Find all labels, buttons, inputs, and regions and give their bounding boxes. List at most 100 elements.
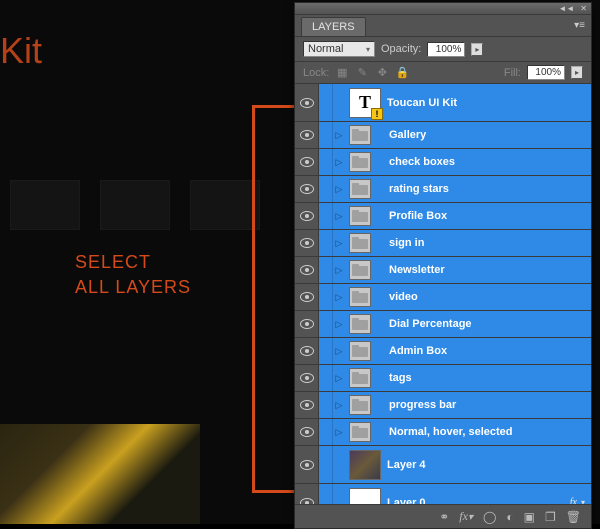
layer-name[interactable]: Normal, hover, selected bbox=[387, 426, 591, 438]
blend-mode-select[interactable]: Normal ▾ bbox=[303, 41, 375, 57]
expand-toggle[interactable]: ▷ bbox=[333, 373, 345, 384]
panel-menu-icon[interactable]: ▾≡ bbox=[574, 20, 585, 31]
layer-row[interactable]: ▷ Profile Box bbox=[295, 203, 591, 230]
visibility-toggle[interactable] bbox=[295, 84, 319, 121]
opacity-flyout-icon[interactable]: ▸ bbox=[471, 43, 483, 56]
layer-thumbnail[interactable] bbox=[349, 287, 371, 307]
layer-name[interactable]: sign in bbox=[387, 237, 591, 249]
expand-toggle[interactable]: ▷ bbox=[333, 130, 345, 141]
layer-name[interactable]: progress bar bbox=[387, 399, 591, 411]
expand-toggle[interactable]: ▷ bbox=[333, 292, 345, 303]
visibility-toggle[interactable] bbox=[295, 446, 319, 483]
visibility-toggle[interactable] bbox=[295, 149, 319, 175]
layer-thumbnail[interactable] bbox=[349, 314, 371, 334]
layer-row[interactable]: Layer 0fx ▾ bbox=[295, 484, 591, 504]
tab-layers[interactable]: LAYERS bbox=[301, 17, 366, 36]
close-icon[interactable]: ✕ bbox=[580, 4, 587, 13]
new-group-icon[interactable]: ▣ bbox=[524, 510, 535, 524]
visibility-toggle[interactable] bbox=[295, 176, 319, 202]
eye-icon bbox=[300, 373, 314, 383]
layer-name[interactable]: Gallery bbox=[387, 129, 591, 141]
layer-thumbnail[interactable] bbox=[349, 233, 371, 253]
fx-expand-icon[interactable]: ▾ bbox=[581, 498, 585, 504]
layer-row[interactable]: ▷ check boxes bbox=[295, 149, 591, 176]
layer-row[interactable]: T! Toucan UI Kit bbox=[295, 84, 591, 122]
fill-flyout-icon[interactable]: ▸ bbox=[571, 66, 583, 79]
lock-transparent-icon[interactable]: ▦ bbox=[335, 66, 349, 80]
visibility-toggle[interactable] bbox=[295, 484, 319, 504]
new-layer-icon[interactable]: ❐ bbox=[545, 510, 556, 524]
layer-thumbnail[interactable] bbox=[349, 260, 371, 280]
eye-icon bbox=[300, 265, 314, 275]
layer-thumbnail[interactable] bbox=[349, 125, 371, 145]
opacity-input[interactable]: 100% bbox=[427, 42, 465, 57]
visibility-toggle[interactable] bbox=[295, 392, 319, 418]
visibility-toggle[interactable] bbox=[295, 419, 319, 445]
layer-row[interactable]: ▷ Newsletter bbox=[295, 257, 591, 284]
layer-row[interactable]: ▷ Admin Box bbox=[295, 338, 591, 365]
layer-thumbnail[interactable] bbox=[349, 368, 371, 388]
layer-thumbnail[interactable] bbox=[349, 179, 371, 199]
layer-thumbnail[interactable] bbox=[349, 206, 371, 226]
panel-titlebar[interactable]: ◄◄ ✕ bbox=[295, 3, 591, 15]
layer-name[interactable]: Toucan UI Kit bbox=[385, 97, 591, 109]
layer-thumbnail[interactable] bbox=[349, 450, 381, 480]
fill-input[interactable]: 100% bbox=[527, 65, 565, 80]
visibility-toggle[interactable] bbox=[295, 284, 319, 310]
mask-icon[interactable]: ◯ bbox=[483, 510, 496, 524]
layer-name[interactable]: Layer 4 bbox=[385, 459, 591, 471]
expand-toggle[interactable]: ▷ bbox=[333, 238, 345, 249]
layer-name[interactable]: Layer 0 bbox=[385, 497, 570, 505]
expand-toggle[interactable]: ▷ bbox=[333, 427, 345, 438]
layer-name[interactable]: Newsletter bbox=[387, 264, 591, 276]
visibility-toggle[interactable] bbox=[295, 230, 319, 256]
layer-name[interactable]: Admin Box bbox=[387, 345, 591, 357]
layer-thumbnail[interactable] bbox=[349, 395, 371, 415]
layer-name[interactable]: tags bbox=[387, 372, 591, 384]
expand-toggle[interactable]: ▷ bbox=[333, 400, 345, 411]
expand-toggle[interactable]: ▷ bbox=[333, 157, 345, 168]
layer-row[interactable]: ▷ sign in bbox=[295, 230, 591, 257]
layer-name[interactable]: rating stars bbox=[387, 183, 591, 195]
link-column bbox=[319, 311, 333, 337]
layer-name[interactable]: Profile Box bbox=[387, 210, 591, 222]
layer-row[interactable]: ▷ rating stars bbox=[295, 176, 591, 203]
link-layers-icon[interactable]: ⚭ bbox=[439, 510, 449, 524]
layer-name[interactable]: Dial Percentage bbox=[387, 318, 591, 330]
layer-name[interactable]: check boxes bbox=[387, 156, 591, 168]
layer-name[interactable]: video bbox=[387, 291, 591, 303]
visibility-toggle[interactable] bbox=[295, 203, 319, 229]
expand-toggle[interactable]: ▷ bbox=[333, 265, 345, 276]
expand-toggle[interactable]: ▷ bbox=[333, 319, 345, 330]
layer-row[interactable]: ▷ tags bbox=[295, 365, 591, 392]
lock-all-icon[interactable]: 🔒 bbox=[395, 66, 409, 80]
fx-badge[interactable]: fx bbox=[570, 497, 577, 504]
layer-row[interactable]: ▷ video bbox=[295, 284, 591, 311]
expand-toggle[interactable]: ▷ bbox=[333, 346, 345, 357]
layer-row[interactable]: ▷ Normal, hover, selected bbox=[295, 419, 591, 446]
fx-icon[interactable]: fx▾ bbox=[459, 509, 473, 524]
lock-brush-icon[interactable]: ✎ bbox=[355, 66, 369, 80]
layer-thumbnail[interactable] bbox=[349, 422, 371, 442]
layer-row[interactable]: Layer 4 bbox=[295, 446, 591, 484]
visibility-toggle[interactable] bbox=[295, 257, 319, 283]
layer-thumbnail[interactable] bbox=[349, 341, 371, 361]
visibility-toggle[interactable] bbox=[295, 365, 319, 391]
adjustment-icon[interactable]: ◐ bbox=[506, 510, 513, 524]
expand-toggle[interactable]: ▷ bbox=[333, 184, 345, 195]
link-column bbox=[319, 149, 333, 175]
visibility-toggle[interactable] bbox=[295, 311, 319, 337]
layer-row[interactable]: ▷ Dial Percentage bbox=[295, 311, 591, 338]
lock-move-icon[interactable]: ✥ bbox=[375, 66, 389, 80]
layer-thumbnail[interactable] bbox=[349, 152, 371, 172]
visibility-toggle[interactable] bbox=[295, 338, 319, 364]
trash-icon[interactable]: 🗑 bbox=[566, 510, 581, 524]
layer-thumbnail[interactable]: T! bbox=[349, 88, 381, 118]
collapse-icon[interactable]: ◄◄ bbox=[558, 4, 574, 13]
annotation-text: SELECT ALL LAYERS bbox=[75, 250, 191, 300]
layer-row[interactable]: ▷ progress bar bbox=[295, 392, 591, 419]
layer-row[interactable]: ▷ Gallery bbox=[295, 122, 591, 149]
expand-toggle[interactable]: ▷ bbox=[333, 211, 345, 222]
visibility-toggle[interactable] bbox=[295, 122, 319, 148]
layer-thumbnail[interactable] bbox=[349, 488, 381, 505]
